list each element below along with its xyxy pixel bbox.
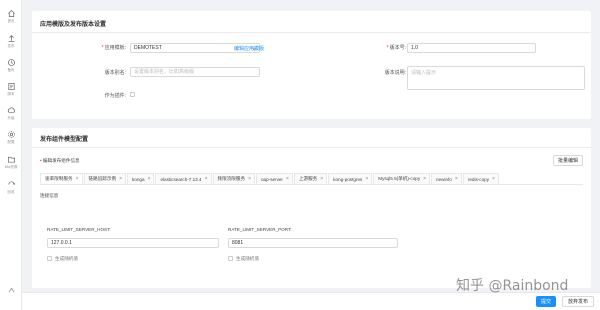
sidebar-item-script[interactable]: 脚本 <box>0 82 22 104</box>
gear-icon <box>7 131 15 138</box>
edit-info-label: • 编辑发布组件信息 <box>40 158 80 163</box>
port-random-label: 生成随机值 <box>236 256 259 261</box>
close-icon[interactable]: × <box>76 176 79 182</box>
host-random-label: 生成随机值 <box>55 256 78 261</box>
divider <box>32 147 591 148</box>
sidebar-item-k8s[interactable]: k8s资源 <box>0 155 22 177</box>
sidebar-item-label: 配置 <box>7 140 15 144</box>
close-icon[interactable]: × <box>205 176 208 182</box>
close-icon[interactable]: × <box>423 176 426 182</box>
close-icon[interactable]: × <box>320 176 323 182</box>
sidebar-item-label: 首页 <box>7 19 15 23</box>
close-icon[interactable]: × <box>119 176 122 182</box>
tab-label: oap-server <box>261 176 283 182</box>
close-icon[interactable]: × <box>248 176 251 182</box>
tab-label: 上游服务 <box>298 176 318 181</box>
section-label: 连接信息 <box>40 193 59 198</box>
edit-template-link[interactable]: 编辑应用模版 <box>234 45 264 52</box>
upload-icon <box>8 35 14 43</box>
host-random-checkbox[interactable] <box>47 256 52 261</box>
version-label: *版本号: <box>386 45 406 51</box>
sidebar-item-label: 发布 <box>7 44 15 48</box>
tab-label: 链路追踪示例 <box>88 176 117 181</box>
alias-label: 版本别名: <box>104 70 126 76</box>
components-card-title: 发布组件模型配置 <box>40 137 89 143</box>
port-random-checkbox[interactable] <box>228 256 233 261</box>
version-input[interactable]: 1.0 <box>407 43 536 53</box>
sidebar-item-upgrade[interactable]: 升级 <box>0 106 22 128</box>
script-icon <box>7 82 15 91</box>
divider <box>32 32 591 33</box>
history-icon <box>7 59 15 66</box>
description-textarea[interactable]: 请输入提示 <box>407 66 585 90</box>
tab-label: newinfo <box>436 176 452 182</box>
description-label: 版本说明: <box>384 70 406 76</box>
close-icon[interactable]: × <box>286 176 289 182</box>
host-input[interactable]: 127.0.0.1 <box>47 238 219 248</box>
settings-card: 应用模版及发布版本设置 *应用模板: DEMOTEST 编辑应用模版 *版本号:… <box>32 11 591 119</box>
settings-card-title: 应用模版及发布版本设置 <box>40 22 107 28</box>
plugin-checkbox[interactable] <box>130 92 135 97</box>
host-label: RATE_LIMIT_SERVER_HOST: <box>47 227 111 232</box>
tab-label: Mysql5.5(单机)-copy <box>378 176 421 181</box>
alias-input[interactable]: 设置版本别名，比如高级版 <box>130 67 260 77</box>
tab-label: redis-copy <box>467 176 490 182</box>
sidebar-settings[interactable] <box>0 286 22 308</box>
home-icon <box>7 10 15 18</box>
sidebar-item-config[interactable]: 配置 <box>0 130 22 152</box>
close-icon[interactable]: × <box>455 176 458 182</box>
sidebar-item-publish[interactable]: 发布 <box>0 34 22 56</box>
tab-label: elasticsearch-7.13.4 <box>160 176 202 182</box>
close-icon[interactable]: × <box>148 176 151 182</box>
cloud-upload-icon <box>7 107 15 113</box>
port-input[interactable]: 8081 <box>228 238 398 248</box>
folder-icon <box>7 156 15 163</box>
sidebar-item-recycle[interactable]: 回收 <box>0 180 22 202</box>
template-label: *应用模板: <box>101 45 126 51</box>
tab-label: 速率限制服务 <box>45 176 73 181</box>
port-label: RATE_LIMIT_SERVER_PORT: <box>228 227 292 232</box>
batch-edit-button[interactable]: 批量编辑 <box>553 155 583 166</box>
settings-icon <box>8 287 14 293</box>
sidebar-item-label: 回收 <box>7 190 15 194</box>
tab-label: 频限流限服务 <box>217 176 246 181</box>
sidebar-item-backup[interactable]: 备份 <box>0 58 22 80</box>
cancel-publish-button[interactable]: 放弃发布 <box>562 296 594 307</box>
tab-label: kong-postgres <box>333 176 363 182</box>
plugin-label: 作为插件: <box>104 93 126 99</box>
sidebar-item-label: 脚本 <box>7 92 15 96</box>
sidebar: 首页 发布 备份 脚本 升级 配置 k8s资源 回收 <box>0 0 22 310</box>
tab-label: konga <box>132 176 145 182</box>
sidebar-item-label: k8s资源 <box>4 165 18 169</box>
close-icon[interactable]: × <box>492 176 495 182</box>
submit-button[interactable]: 提交 <box>536 296 556 307</box>
tab-underline <box>40 184 583 185</box>
sidebar-item-label: 备份 <box>7 68 15 72</box>
watermark: 知乎 @Rainbond <box>456 278 569 294</box>
recycle-icon <box>7 181 15 185</box>
sidebar-item-home[interactable]: 首页 <box>0 9 22 31</box>
components-card: 发布组件模型配置 • 编辑发布组件信息 批量编辑 速率限制服务 × 链路追踪示例 × k… <box>32 128 591 288</box>
close-icon[interactable]: × <box>365 176 368 182</box>
sidebar-item-label: 升级 <box>7 116 15 120</box>
